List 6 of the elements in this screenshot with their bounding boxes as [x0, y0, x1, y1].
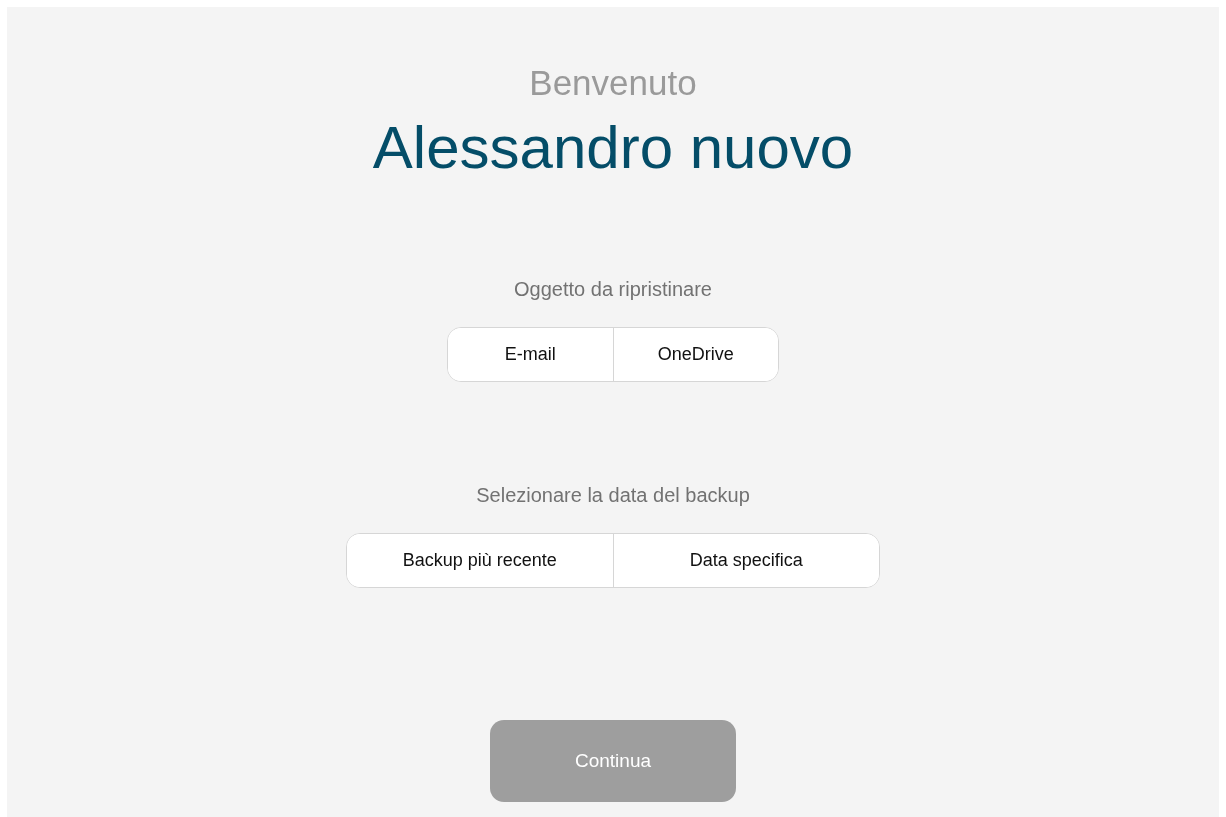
user-name: Alessandro nuovo — [372, 113, 854, 183]
option-button[interactable]: OneDrive — [612, 328, 778, 381]
greeting: Benvenuto — [529, 63, 697, 103]
option-button[interactable]: Data specifica — [612, 534, 879, 587]
section-label: Oggetto da ripristinare — [514, 277, 712, 301]
section-label: Selezionare la data del backup — [476, 483, 750, 507]
